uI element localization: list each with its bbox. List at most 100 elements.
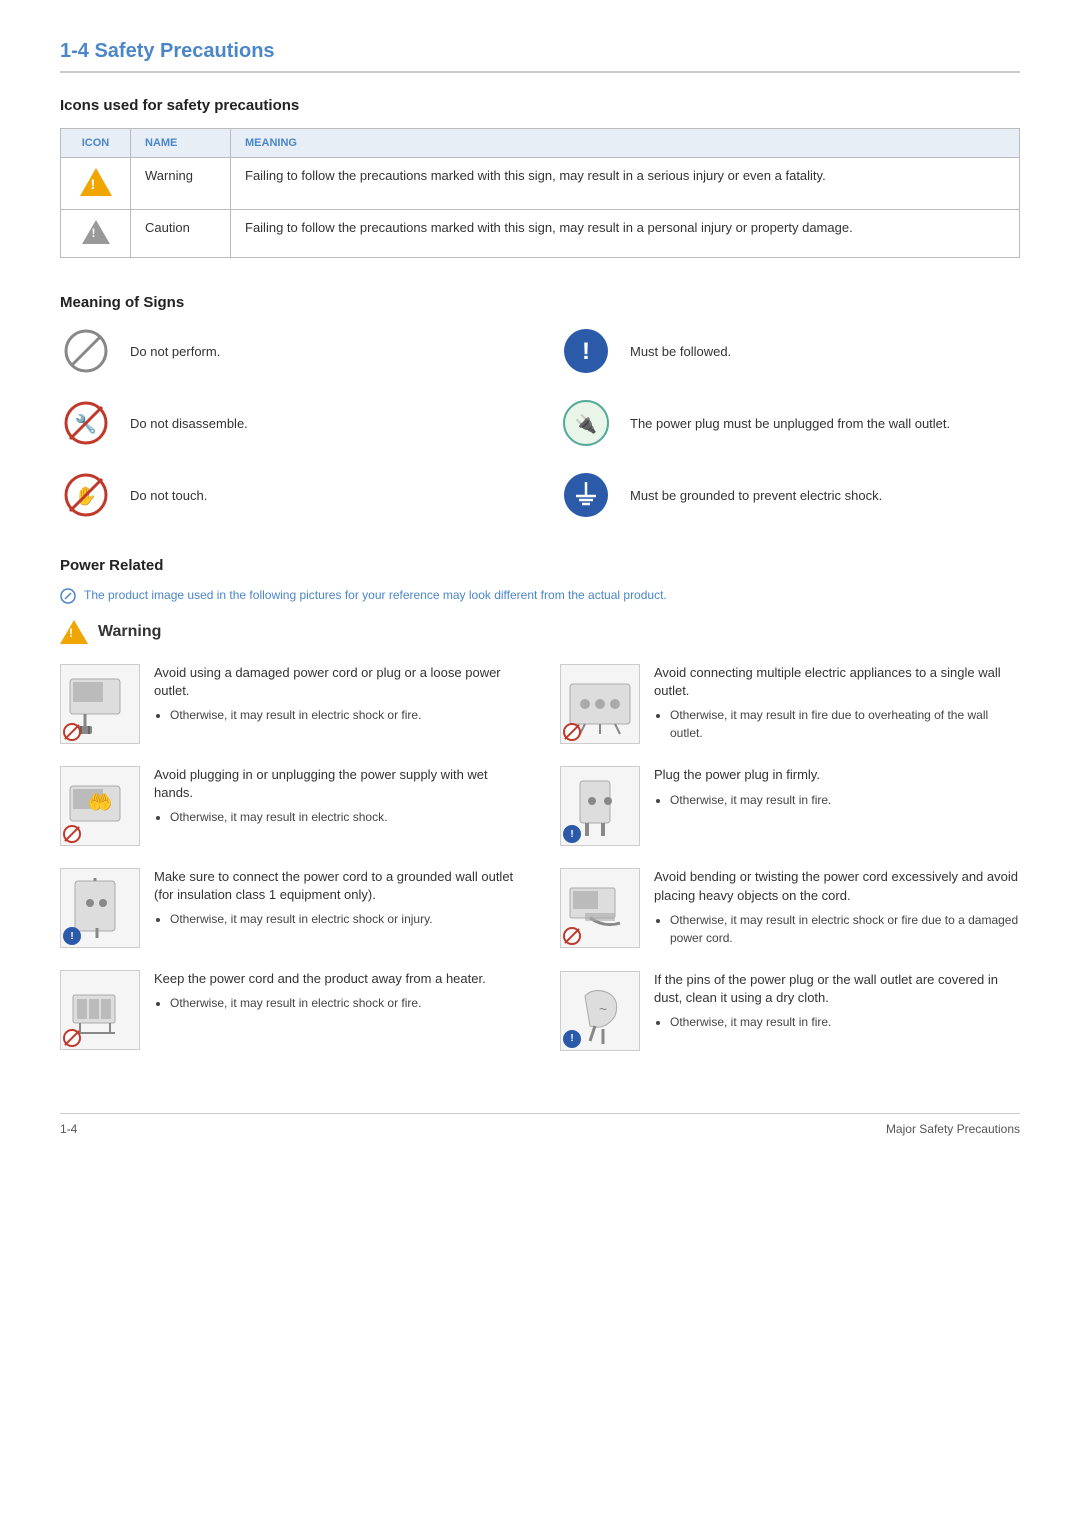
must-symbol-icon: !: [63, 927, 81, 945]
icons-table: ICON NAME MEANING Warning Failing to fol…: [60, 128, 1020, 258]
power-section-title: Power Related: [60, 557, 1020, 574]
warning-item-ground-outlet: ! Make sure to connect the power cord to…: [60, 868, 520, 948]
plug-firmly-content: Plug the power plug in firmly. Otherwise…: [654, 766, 1020, 810]
unplug-icon: 🔌: [560, 397, 612, 449]
heater-img: [60, 970, 140, 1050]
signs-section-title: Meaning of Signs: [60, 294, 1020, 311]
ground-outlet-img: !: [60, 868, 140, 948]
dust-pins-img: ~ !: [560, 971, 640, 1051]
power-note: The product image used in the following …: [60, 588, 1020, 604]
warning-right-col: Avoid connecting multiple electric appli…: [560, 664, 1020, 1073]
multiple-appliances-title: Avoid connecting multiple electric appli…: [654, 664, 1020, 700]
list-item: Otherwise, it may result in electric sho…: [170, 910, 520, 928]
icons-section-title: Icons used for safety precautions: [60, 97, 1020, 114]
caution-name-cell: Caution: [131, 210, 231, 258]
plug-firmly-title: Plug the power plug in firmly.: [654, 766, 1020, 784]
wet-hands-bullets: Otherwise, it may result in electric sho…: [170, 808, 520, 826]
icons-section: Icons used for safety precautions ICON N…: [60, 97, 1020, 258]
sign-unplug: 🔌 The power plug must be unplugged from …: [560, 397, 1020, 449]
list-item: Otherwise, it may result in fire.: [670, 1013, 1020, 1031]
col-name: NAME: [131, 129, 231, 158]
damaged-cord-title: Avoid using a damaged power cord or plug…: [154, 664, 520, 700]
no-symbol-icon: [63, 825, 81, 843]
warning-header: Warning: [60, 620, 1020, 644]
multiple-appliances-content: Avoid connecting multiple electric appli…: [654, 664, 1020, 744]
list-item: Otherwise, it may result in electric sho…: [670, 911, 1020, 947]
warning-grid: Avoid using a damaged power cord or plug…: [60, 664, 1020, 1073]
warning-left-col: Avoid using a damaged power cord or plug…: [60, 664, 520, 1073]
list-item: Otherwise, it may result in fire.: [670, 791, 1020, 809]
page-header: 1-4 Safety Precautions: [60, 40, 1020, 73]
sign-no-perform: Do not perform.: [60, 325, 520, 377]
page-footer: 1-4 Major Safety Precautions: [60, 1113, 1020, 1136]
ground-outlet-title: Make sure to connect the power cord to a…: [154, 868, 520, 904]
footer-right: Major Safety Precautions: [886, 1122, 1020, 1136]
dust-pins-title: If the pins of the power plug or the wal…: [654, 971, 1020, 1007]
page-title: 1-4 Safety Precautions: [60, 40, 275, 62]
warning-icon: [60, 620, 88, 644]
ground-text: Must be grounded to prevent electric sho…: [630, 488, 882, 503]
caution-triangle-icon: [82, 220, 110, 244]
no-symbol-icon: [63, 1029, 81, 1047]
heater-title: Keep the power cord and the product away…: [154, 970, 520, 988]
no-disassemble-icon: 🔧: [60, 397, 112, 449]
warning-item-bend-cord: Avoid bending or twisting the power cord…: [560, 868, 1020, 948]
list-item: Otherwise, it may result in fire due to …: [670, 706, 1020, 742]
no-touch-icon: ✋: [60, 469, 112, 521]
no-disassemble-text: Do not disassemble.: [130, 416, 248, 431]
ground-outlet-bullets: Otherwise, it may result in electric sho…: [170, 910, 520, 928]
warning-icon-cell: [61, 158, 131, 210]
warning-meaning-cell: Failing to follow the precautions marked…: [231, 158, 1020, 210]
must-follow-text: Must be followed.: [630, 344, 731, 359]
warning-item-wet-hands: 🤲 Avoid plugging in or unplugging the po…: [60, 766, 520, 846]
no-perform-text: Do not perform.: [130, 344, 220, 359]
damaged-cord-content: Avoid using a damaged power cord or plug…: [154, 664, 520, 726]
sign-must-follow: ! Must be followed.: [560, 325, 1020, 377]
bend-cord-bullets: Otherwise, it may result in electric sho…: [670, 911, 1020, 947]
heater-content: Keep the power cord and the product away…: [154, 970, 520, 1014]
damaged-cord-bullets: Otherwise, it may result in electric sho…: [170, 706, 520, 724]
note-text: The product image used in the following …: [84, 588, 667, 602]
wet-hands-img: 🤲: [60, 766, 140, 846]
must-symbol-icon: !: [563, 1030, 581, 1048]
power-section: Power Related The product image used in …: [60, 557, 1020, 1073]
no-touch-text: Do not touch.: [130, 488, 207, 503]
no-symbol-icon: [563, 723, 581, 741]
svg-text:🔌: 🔌: [575, 413, 597, 434]
plug-firmly-img: !: [560, 766, 640, 846]
wet-hands-title: Avoid plugging in or unplugging the powe…: [154, 766, 520, 802]
list-item: Otherwise, it may result in electric sho…: [170, 706, 520, 724]
list-item: Otherwise, it may result in electric sho…: [170, 808, 520, 826]
warning-item-dust-pins: ~ ! If the pins of the power plug or the…: [560, 971, 1020, 1051]
no-perform-icon: [60, 325, 112, 377]
no-symbol-icon: [63, 723, 81, 741]
sign-ground: Must be grounded to prevent electric sho…: [560, 469, 1020, 521]
warning-name-cell: Warning: [131, 158, 231, 210]
damaged-cord-img: [60, 664, 140, 744]
note-icon: [60, 588, 76, 604]
table-row: Caution Failing to follow the precaution…: [61, 210, 1020, 258]
warning-item-damaged-cord: Avoid using a damaged power cord or plug…: [60, 664, 520, 744]
warning-item-plug-firmly: ! Plug the power plug in firmly. Otherwi…: [560, 766, 1020, 846]
plug-firmly-bullets: Otherwise, it may result in fire.: [670, 791, 1020, 809]
signs-section: Meaning of Signs Do not perform. ! Must …: [60, 294, 1020, 521]
sign-no-touch: ✋ Do not touch.: [60, 469, 520, 521]
wet-hands-content: Avoid plugging in or unplugging the powe…: [154, 766, 520, 828]
heater-bullets: Otherwise, it may result in electric sho…: [170, 994, 520, 1012]
list-item: Otherwise, it may result in electric sho…: [170, 994, 520, 1012]
col-icon: ICON: [61, 129, 131, 158]
multiple-appliances-img: [560, 664, 640, 744]
bend-cord-content: Avoid bending or twisting the power cord…: [654, 868, 1020, 948]
bend-cord-img: [560, 868, 640, 948]
warning-item-multiple-appliances: Avoid connecting multiple electric appli…: [560, 664, 1020, 744]
dust-pins-bullets: Otherwise, it may result in fire.: [670, 1013, 1020, 1031]
must-follow-icon: !: [560, 325, 612, 377]
caution-meaning-cell: Failing to follow the precautions marked…: [231, 210, 1020, 258]
bend-cord-title: Avoid bending or twisting the power cord…: [654, 868, 1020, 904]
col-meaning: MEANING: [231, 129, 1020, 158]
svg-text:🤲: 🤲: [88, 792, 113, 814]
warning-label: Warning: [98, 623, 161, 641]
warning-triangle-icon: [80, 168, 112, 196]
dust-pins-content: If the pins of the power plug or the wal…: [654, 971, 1020, 1033]
svg-text:~: ~: [599, 1001, 607, 1017]
